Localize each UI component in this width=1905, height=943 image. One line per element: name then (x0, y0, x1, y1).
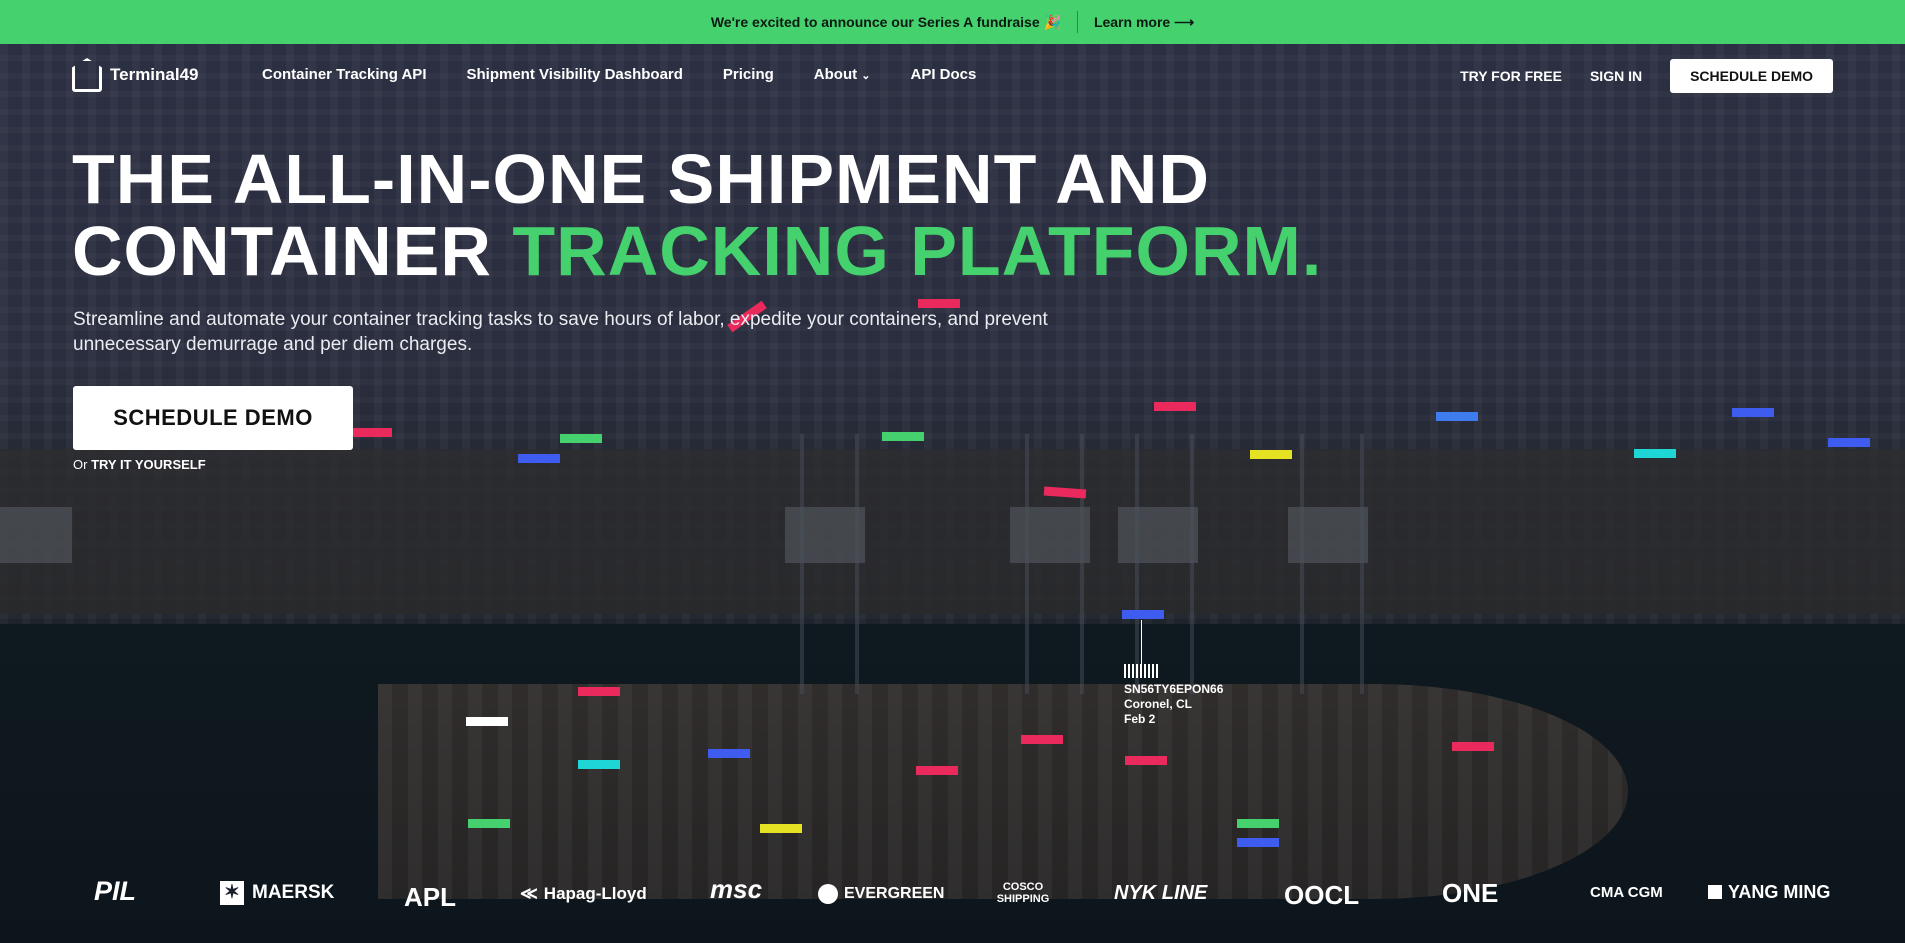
sign-in-link[interactable]: SIGN IN (1590, 68, 1642, 84)
hero-headline: THE ALL-IN-ONE SHIPMENT AND CONTAINER TR… (72, 143, 1322, 287)
nav-actions: TRY FOR FREE SIGN IN SCHEDULE DEMO (1460, 59, 1833, 93)
crane-cab (785, 507, 865, 563)
container-highlight (1125, 756, 1167, 765)
container-highlight (578, 760, 620, 769)
container-highlight (708, 749, 750, 758)
try-for-free-link[interactable]: TRY FOR FREE (1460, 68, 1562, 84)
brand-name: Terminal49 (110, 65, 199, 84)
top-nav: Terminal49 Container Tracking API Shipme… (0, 44, 1905, 106)
evergreen-circle-icon (818, 884, 838, 904)
container-highlight (916, 766, 958, 775)
carrier-logos: PIL ✶ MAERSK APL ≪ Hapag-Lloyd msc EVERGRE… (0, 862, 1905, 922)
hero-subtitle: Streamline and automate your container t… (73, 309, 1048, 355)
crane-leg (1080, 434, 1084, 694)
announcement-divider (1076, 11, 1078, 33)
announcement-bar: We're excited to announce our Series A f… (0, 0, 1905, 44)
container-id: SN56TY6EPON66 (1124, 682, 1224, 696)
announcement-text: We're excited to announce our Series A f… (710, 13, 1061, 30)
learn-more-link[interactable]: Learn more ⟶ (1094, 14, 1194, 31)
container-highlight (1250, 450, 1292, 459)
container-highlight (468, 819, 510, 828)
crane-cab (1118, 507, 1198, 563)
try-it-yourself: Or TRY IT YOURSELF (73, 457, 206, 472)
headline-line-1: THE ALL-IN-ONE SHIPMENT AND (72, 140, 1210, 218)
container-highlight (1154, 402, 1196, 411)
container-location: Coronel, CL (1124, 697, 1192, 711)
carrier-logo-cosco: COSCO SHIPPING (996, 881, 1050, 905)
schedule-demo-hero-button[interactable]: SCHEDULE DEMO (73, 386, 353, 450)
container-highlight (518, 454, 560, 463)
carrier-logo-maersk-label: MAERSK (252, 882, 335, 904)
container-tracked (1122, 610, 1164, 619)
carrier-logo-oocl: OOCL (1284, 880, 1360, 910)
carrier-logo-yang-ming: YANG MING (1708, 882, 1830, 903)
nav-link-api-docs[interactable]: API Docs (911, 66, 977, 83)
crane-cab (1010, 507, 1090, 563)
crane-leg (1360, 434, 1364, 694)
container-highlight (578, 687, 620, 696)
try-it-yourself-link[interactable]: TRY IT YOURSELF (91, 457, 206, 472)
nav-link-container-tracking-api[interactable]: Container Tracking API (262, 66, 426, 83)
container-highlight (760, 824, 802, 833)
nav-links: Container Tracking API Shipment Visibili… (262, 66, 976, 83)
carrier-logo-maersk: ✶ MAERSK (220, 881, 334, 905)
nav-link-about[interactable]: About ⌄ (814, 66, 871, 83)
nav-link-shipment-visibility-dashboard[interactable]: Shipment Visibility Dashboard (466, 66, 682, 83)
container-highlight (466, 717, 508, 726)
try-prefix: Or (73, 457, 92, 472)
crane-cab (0, 507, 72, 563)
crane-leg (1300, 434, 1304, 694)
carrier-logo-evergreen-label: EVERGREEN (844, 885, 945, 903)
container-tracking-tag: SN56TY6EPON66 Coronel, CL Feb 2 (1124, 620, 1224, 727)
crane-leg (1135, 434, 1139, 694)
container-highlight (1237, 838, 1279, 847)
container-highlight (1021, 735, 1063, 744)
carrier-logo-evergreen: EVERGREEN (818, 884, 944, 904)
carrier-logo-pil: PIL (94, 876, 137, 906)
crane-leg (1025, 434, 1029, 694)
container-highlight (1436, 412, 1478, 421)
crane-leg (1190, 434, 1194, 694)
container-highlight (1237, 819, 1279, 828)
dock-area (0, 449, 1905, 614)
chevron-down-icon: ⌄ (861, 70, 871, 82)
headline-line-2-green: TRACKING PLATFORM. (512, 212, 1323, 290)
hapag-lloyd-icon: ≪ (520, 884, 538, 903)
crane-leg (800, 434, 804, 694)
carrier-logo-hapag-lloyd-label: Hapag-Lloyd (543, 884, 647, 903)
maersk-star-icon: ✶ (220, 881, 244, 905)
carrier-logo-one: ONE (1442, 878, 1499, 908)
carrier-logo-yang-ming-label: YANG MING (1728, 882, 1831, 902)
tag-stem (1141, 620, 1142, 664)
crane-leg (855, 434, 859, 694)
container-highlight (350, 428, 392, 437)
container-highlight (882, 432, 924, 441)
carrier-logo-apl: APL (404, 882, 456, 912)
barcode-icon (1124, 664, 1160, 678)
container-highlight (560, 434, 602, 443)
container-highlight (1634, 449, 1676, 458)
carrier-logo-msc: msc (710, 874, 763, 904)
schedule-demo-nav-button[interactable]: SCHEDULE DEMO (1670, 59, 1833, 93)
headline-line-2: CONTAINER TRACKING PLATFORM. (72, 215, 1322, 287)
container-date: Feb 2 (1124, 712, 1156, 726)
container-highlight (1452, 742, 1494, 751)
brand-logo[interactable]: Terminal49 (72, 58, 199, 92)
yang-ming-square-icon (1708, 885, 1722, 899)
container-highlight (1828, 438, 1870, 447)
nav-link-about-label: About (813, 66, 858, 83)
container-highlight (1732, 408, 1774, 417)
carrier-logo-cma-cgm: CMA CGM (1590, 884, 1663, 901)
headline-line-2-white: CONTAINER (72, 212, 513, 290)
nav-link-pricing[interactable]: Pricing (723, 66, 774, 83)
terminal49-logo-icon (72, 58, 102, 92)
carrier-logo-nyk: NYK LINE (1114, 882, 1208, 904)
carrier-logo-hapag-lloyd: ≪ Hapag-Lloyd (520, 884, 647, 904)
